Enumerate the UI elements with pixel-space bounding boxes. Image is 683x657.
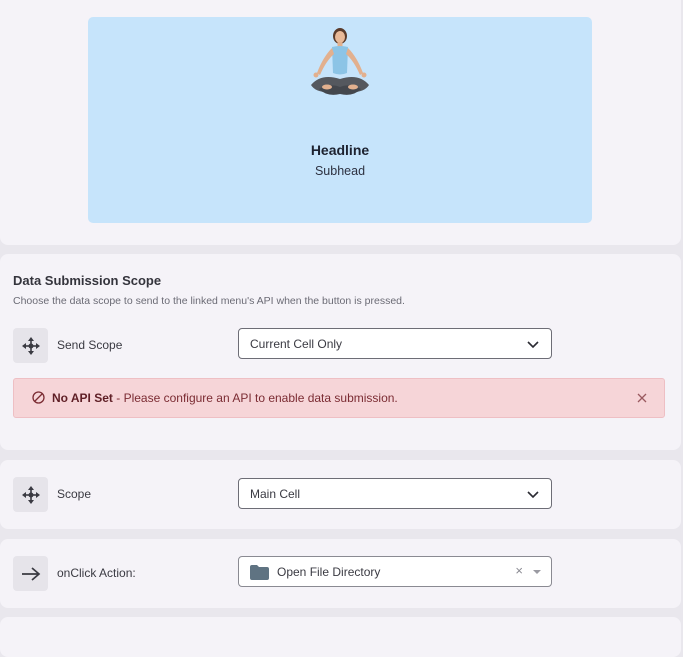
alert-message: No API Set - Please configure an API to … [52,391,398,405]
onclick-value: Open File Directory [277,565,381,579]
meditating-woman-image [311,28,369,95]
onclick-label: onClick Action: [57,566,136,580]
chevron-down-icon [527,491,539,499]
send-scope-icon-box [13,328,48,363]
onclick-panel: onClick Action: Open File Directory × [0,539,681,608]
send-scope-label: Send Scope [57,338,123,352]
scope-label: Scope [57,487,92,501]
preview-panel: Headline Subhead [0,0,681,245]
clear-selection-icon[interactable]: × [515,563,523,578]
folder-icon [250,565,269,580]
caret-down-icon[interactable] [533,570,541,574]
preview-headline: Headline [310,142,370,158]
onclick-icon-box [13,556,48,591]
chevron-down-icon [527,341,539,349]
move-arrows-icon [21,485,40,504]
preview-subhead: Subhead [314,164,366,178]
preview-card[interactable]: Headline Subhead [88,17,592,223]
scope-value: Main Cell [250,487,301,501]
scope-select[interactable]: Main Cell [238,478,552,509]
arrow-right-icon [21,566,40,581]
send-scope-select[interactable]: Current Cell Only [238,328,552,359]
send-scope-value: Current Cell Only [250,337,343,351]
no-api-alert: No API Set - Please configure an API to … [13,378,665,418]
scope-icon-box [13,477,48,512]
close-icon[interactable] [636,392,648,404]
data-submission-scope-panel: Data Submission Scope Choose the data sc… [0,254,681,450]
next-panel [0,617,681,657]
section-description: Choose the data scope to send to the lin… [13,295,405,307]
onclick-select[interactable]: Open File Directory × [238,556,552,587]
scope-panel: Scope Main Cell [0,460,681,529]
move-arrows-icon [21,336,40,355]
alert-bold: No API Set [52,391,113,405]
warning-circle-icon [32,391,45,404]
section-title: Data Submission Scope [13,273,162,288]
alert-detail: - Please configure an API to enable data… [112,391,398,405]
